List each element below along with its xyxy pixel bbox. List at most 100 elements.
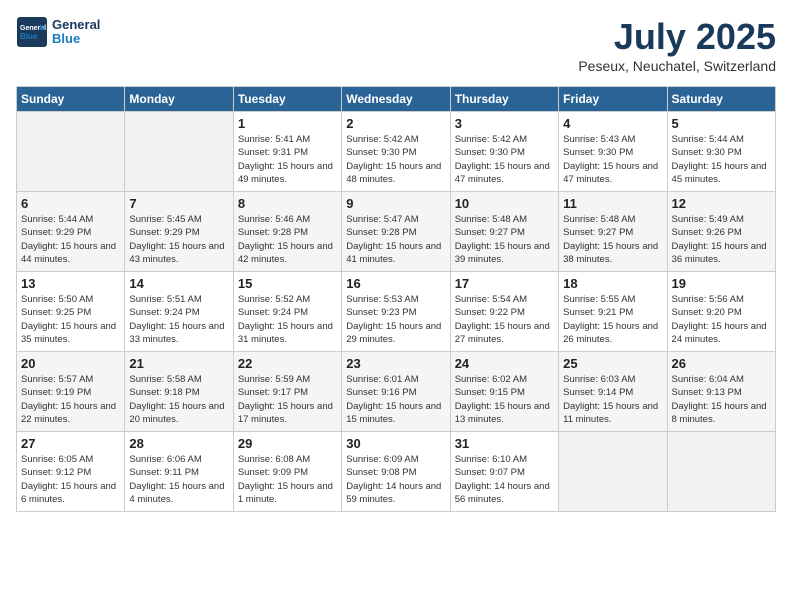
day-number: 1 — [238, 116, 337, 131]
day-info: Sunrise: 5:47 AM Sunset: 9:28 PM Dayligh… — [346, 213, 445, 266]
calendar-cell: 27 Sunrise: 6:05 AM Sunset: 9:12 PM Dayli… — [17, 432, 125, 512]
day-info: Sunrise: 5:56 AM Sunset: 9:20 PM Dayligh… — [672, 293, 771, 346]
weekday-header: Monday — [125, 87, 233, 112]
day-number: 16 — [346, 276, 445, 291]
day-number: 14 — [129, 276, 228, 291]
day-info: Sunrise: 5:51 AM Sunset: 9:24 PM Dayligh… — [129, 293, 228, 346]
location-subtitle: Peseux, Neuchatel, Switzerland — [578, 58, 776, 74]
logo-general: General — [52, 18, 100, 32]
day-info: Sunrise: 6:02 AM Sunset: 9:15 PM Dayligh… — [455, 373, 554, 426]
day-info: Sunrise: 5:44 AM Sunset: 9:30 PM Dayligh… — [672, 133, 771, 186]
day-info: Sunrise: 5:42 AM Sunset: 9:30 PM Dayligh… — [346, 133, 445, 186]
weekday-header: Tuesday — [233, 87, 341, 112]
weekday-header: Wednesday — [342, 87, 450, 112]
day-info: Sunrise: 6:10 AM Sunset: 9:07 PM Dayligh… — [455, 453, 554, 506]
calendar-cell: 19Sunrise: 5:56 AM Sunset: 9:20 PM Dayli… — [667, 272, 775, 352]
day-number: 26 — [672, 356, 771, 371]
day-number: 10 — [455, 196, 554, 211]
day-number: 29 — [238, 436, 337, 451]
day-number: 4 — [563, 116, 662, 131]
calendar-cell: 11 Sunrise: 5:48 AM Sunset: 9:27 PM Dayli… — [559, 192, 667, 272]
day-number: 6 — [21, 196, 120, 211]
day-info: Sunrise: 5:57 AM Sunset: 9:19 PM Dayligh… — [21, 373, 120, 426]
day-info: Sunrise: 5:42 AM Sunset: 9:30 PM Dayligh… — [455, 133, 554, 186]
calendar-week-row: 27 Sunrise: 6:05 AM Sunset: 9:12 PM Dayli… — [17, 432, 776, 512]
calendar-cell: 16 Sunrise: 5:53 AM Sunset: 9:23 PM Dayli… — [342, 272, 450, 352]
day-info: Sunrise: 5:59 AM Sunset: 9:17 PM Dayligh… — [238, 373, 337, 426]
day-number: 8 — [238, 196, 337, 211]
day-info: Sunrise: 5:43 AM Sunset: 9:30 PM Dayligh… — [563, 133, 662, 186]
day-info: Sunrise: 5:55 AM Sunset: 9:21 PM Dayligh… — [563, 293, 662, 346]
day-info: Sunrise: 5:46 AM Sunset: 9:28 PM Dayligh… — [238, 213, 337, 266]
day-number: 13 — [21, 276, 120, 291]
calendar-cell: 28Sunrise: 6:06 AM Sunset: 9:11 PM Dayli… — [125, 432, 233, 512]
weekday-header: Thursday — [450, 87, 558, 112]
title-block: July 2025 Peseux, Neuchatel, Switzerland — [578, 16, 776, 74]
day-number: 31 — [455, 436, 554, 451]
day-info: Sunrise: 6:09 AM Sunset: 9:08 PM Dayligh… — [346, 453, 445, 506]
calendar-table: SundayMondayTuesdayWednesdayThursdayFrid… — [16, 86, 776, 512]
day-number: 15 — [238, 276, 337, 291]
calendar-cell: 22 Sunrise: 5:59 AM Sunset: 9:17 PM Dayli… — [233, 352, 341, 432]
calendar-header: SundayMondayTuesdayWednesdayThursdayFrid… — [17, 87, 776, 112]
day-number: 25 — [563, 356, 662, 371]
calendar-cell: 1 Sunrise: 5:41 AM Sunset: 9:31 PM Daylig… — [233, 112, 341, 192]
day-number: 18 — [563, 276, 662, 291]
calendar-cell: 10Sunrise: 5:48 AM Sunset: 9:27 PM Dayli… — [450, 192, 558, 272]
calendar-cell: 8 Sunrise: 5:46 AM Sunset: 9:28 PM Daylig… — [233, 192, 341, 272]
calendar-cell — [667, 432, 775, 512]
day-info: Sunrise: 5:53 AM Sunset: 9:23 PM Dayligh… — [346, 293, 445, 346]
day-number: 2 — [346, 116, 445, 131]
calendar-cell: 29 Sunrise: 6:08 AM Sunset: 9:09 PM Dayli… — [233, 432, 341, 512]
day-number: 17 — [455, 276, 554, 291]
calendar-cell: 4 Sunrise: 5:43 AM Sunset: 9:30 PM Daylig… — [559, 112, 667, 192]
logo-text: General Blue — [52, 18, 100, 47]
calendar-cell: 6Sunrise: 5:44 AM Sunset: 9:29 PM Daylig… — [17, 192, 125, 272]
calendar-week-row: 6Sunrise: 5:44 AM Sunset: 9:29 PM Daylig… — [17, 192, 776, 272]
calendar-cell — [125, 112, 233, 192]
calendar-cell: 9Sunrise: 5:47 AM Sunset: 9:28 PM Daylig… — [342, 192, 450, 272]
calendar-cell: 14 Sunrise: 5:51 AM Sunset: 9:24 PM Dayli… — [125, 272, 233, 352]
weekday-row: SundayMondayTuesdayWednesdayThursdayFrid… — [17, 87, 776, 112]
day-number: 5 — [672, 116, 771, 131]
calendar-cell: 15 Sunrise: 5:52 AM Sunset: 9:24 PM Dayli… — [233, 272, 341, 352]
calendar-week-row: 1 Sunrise: 5:41 AM Sunset: 9:31 PM Daylig… — [17, 112, 776, 192]
day-info: Sunrise: 5:50 AM Sunset: 9:25 PM Dayligh… — [21, 293, 120, 346]
day-number: 30 — [346, 436, 445, 451]
calendar-cell — [17, 112, 125, 192]
day-number: 20 — [21, 356, 120, 371]
day-number: 21 — [129, 356, 228, 371]
weekday-header: Friday — [559, 87, 667, 112]
calendar-cell: 31 Sunrise: 6:10 AM Sunset: 9:07 PM Dayli… — [450, 432, 558, 512]
day-info: Sunrise: 6:08 AM Sunset: 9:09 PM Dayligh… — [238, 453, 337, 506]
day-info: Sunrise: 5:49 AM Sunset: 9:26 PM Dayligh… — [672, 213, 771, 266]
svg-text:Blue: Blue — [20, 32, 38, 41]
calendar-cell: 5 Sunrise: 5:44 AM Sunset: 9:30 PM Daylig… — [667, 112, 775, 192]
day-number: 27 — [21, 436, 120, 451]
calendar-week-row: 20 Sunrise: 5:57 AM Sunset: 9:19 PM Dayli… — [17, 352, 776, 432]
calendar-cell: 20 Sunrise: 5:57 AM Sunset: 9:19 PM Dayli… — [17, 352, 125, 432]
calendar-cell: 26Sunrise: 6:04 AM Sunset: 9:13 PM Dayli… — [667, 352, 775, 432]
day-info: Sunrise: 5:54 AM Sunset: 9:22 PM Dayligh… — [455, 293, 554, 346]
day-info: Sunrise: 6:05 AM Sunset: 9:12 PM Dayligh… — [21, 453, 120, 506]
calendar-cell: 30 Sunrise: 6:09 AM Sunset: 9:08 PM Dayli… — [342, 432, 450, 512]
day-info: Sunrise: 6:03 AM Sunset: 9:14 PM Dayligh… — [563, 373, 662, 426]
day-info: Sunrise: 5:45 AM Sunset: 9:29 PM Dayligh… — [129, 213, 228, 266]
calendar-cell: 7 Sunrise: 5:45 AM Sunset: 9:29 PM Daylig… — [125, 192, 233, 272]
day-number: 3 — [455, 116, 554, 131]
logo: General Blue General Blue — [16, 16, 100, 48]
page-header: General Blue General Blue July 2025 Pese… — [16, 16, 776, 74]
calendar-week-row: 13 Sunrise: 5:50 AM Sunset: 9:25 PM Dayli… — [17, 272, 776, 352]
day-number: 7 — [129, 196, 228, 211]
logo-icon: General Blue — [16, 16, 48, 48]
calendar-cell: 12Sunrise: 5:49 AM Sunset: 9:26 PM Dayli… — [667, 192, 775, 272]
day-number: 11 — [563, 196, 662, 211]
day-info: Sunrise: 5:48 AM Sunset: 9:27 PM Dayligh… — [563, 213, 662, 266]
day-number: 28 — [129, 436, 228, 451]
calendar-cell: 18 Sunrise: 5:55 AM Sunset: 9:21 PM Dayli… — [559, 272, 667, 352]
day-info: Sunrise: 5:41 AM Sunset: 9:31 PM Dayligh… — [238, 133, 337, 186]
weekday-header: Sunday — [17, 87, 125, 112]
day-info: Sunrise: 6:01 AM Sunset: 9:16 PM Dayligh… — [346, 373, 445, 426]
day-number: 22 — [238, 356, 337, 371]
day-info: Sunrise: 5:52 AM Sunset: 9:24 PM Dayligh… — [238, 293, 337, 346]
